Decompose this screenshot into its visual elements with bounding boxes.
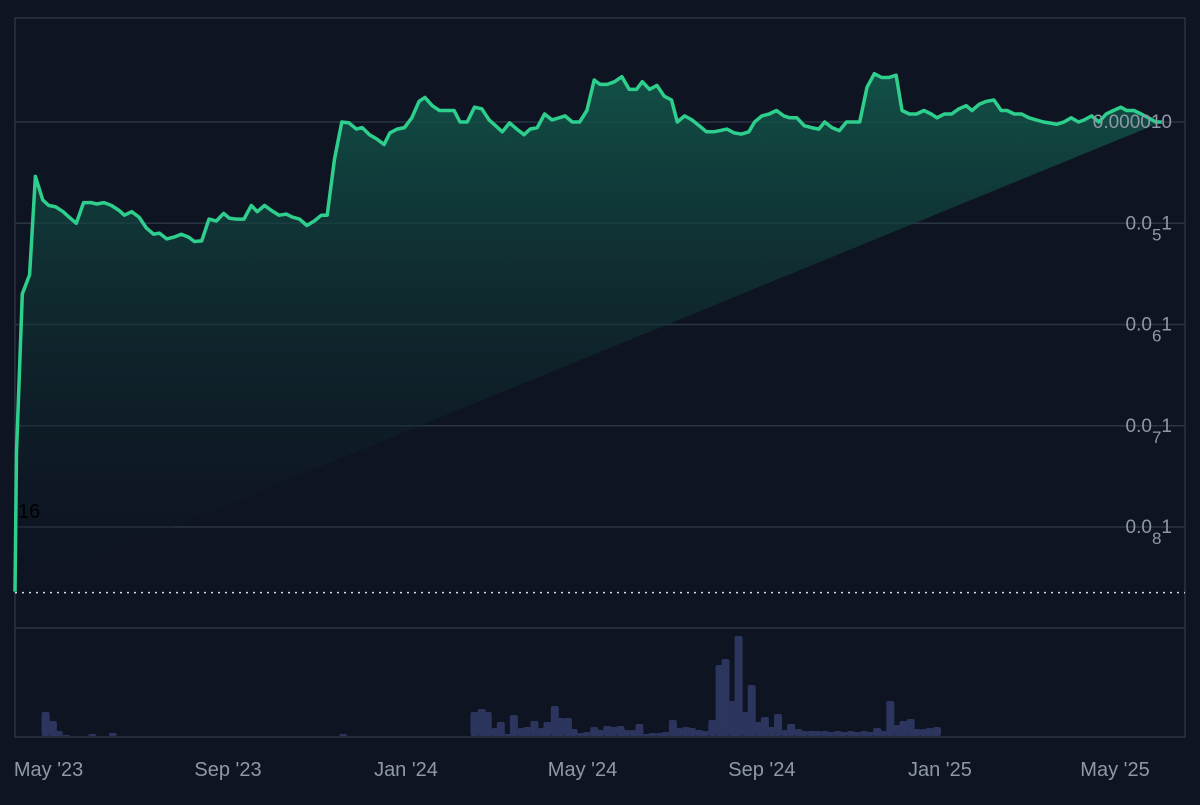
price-chart: 16 0.000010 0.051 0.061 0.071 0.081 May '23 S… xyxy=(0,0,1200,800)
volume-bar-84 xyxy=(596,730,604,736)
x-tick-label-2: Jan '24 xyxy=(374,759,438,781)
volume-bar-113 xyxy=(787,724,796,736)
volume-bar-125 xyxy=(865,732,874,736)
volume-bar-71 xyxy=(509,715,518,736)
volume-bar-132 xyxy=(912,729,921,736)
volume-bar-74 xyxy=(530,721,539,736)
volume-bar-105 xyxy=(734,636,743,736)
volume-bar-86 xyxy=(609,727,618,736)
x-tick-label-4: Sep '24 xyxy=(728,759,795,781)
volume-bar-100 xyxy=(701,731,709,736)
volume-bar-109 xyxy=(760,717,769,736)
x-tick-label-6: May '25 xyxy=(1080,759,1149,781)
volume-bar-78 xyxy=(556,718,565,736)
volume-bar-101 xyxy=(708,720,717,736)
volume-bar-119 xyxy=(826,732,835,736)
x-tick-label-1: Sep '23 xyxy=(194,759,261,781)
volume-bar-92 xyxy=(648,733,657,736)
volume-bar-65 xyxy=(470,712,479,736)
volume-bar-76 xyxy=(543,722,552,736)
volume-bar-98 xyxy=(687,728,696,736)
volume-bar-0 xyxy=(41,712,50,736)
volume-bar-7 xyxy=(88,734,97,736)
volume-bar-82 xyxy=(582,732,591,736)
volume-bar-88 xyxy=(622,730,631,736)
volume-bar-123 xyxy=(852,732,861,736)
volume-bar-45 xyxy=(339,734,348,736)
volume-bar-135 xyxy=(933,727,941,736)
y-tick-label-2: 0.061 xyxy=(1126,315,1172,346)
y-tick-label-0: 0.000010 xyxy=(1093,112,1172,133)
baseline-label: 16 xyxy=(18,501,40,523)
volume-bar-130 xyxy=(899,721,908,736)
x-tick-label-5: Jan '25 xyxy=(908,759,972,781)
volume-bar-94 xyxy=(661,732,670,736)
volume-bar-128 xyxy=(886,701,895,736)
volume-bar-69 xyxy=(496,722,505,736)
volume-bar-3 xyxy=(62,735,71,736)
price-chart-svg: 16 0.000010 0.051 0.061 0.071 0.081 May '23 S… xyxy=(13,17,1186,781)
volume-bar-2 xyxy=(54,731,63,736)
volume-bar-67 xyxy=(483,712,492,736)
y-tick-label-1: 0.051 xyxy=(1126,213,1172,244)
y-tick-label-3: 0.071 xyxy=(1126,416,1172,447)
volume-bar-96 xyxy=(674,728,683,736)
volume-bar-107 xyxy=(747,685,756,736)
volume-bar-117 xyxy=(813,731,822,736)
volume-bar-10 xyxy=(108,733,117,736)
y-axis-ticks: 0.000010 0.051 0.061 0.071 0.081 xyxy=(1093,112,1172,548)
x-axis-ticks: May '23 Sep '23 Jan '24 May '24 Sep '24 Jan '… xyxy=(14,759,1150,781)
volume-bar-103 xyxy=(721,659,730,736)
price-area-fill xyxy=(15,73,1162,592)
volume-bar-73 xyxy=(523,727,532,736)
volume-bar-80 xyxy=(569,729,578,736)
volume-bar-121 xyxy=(839,732,848,736)
x-tick-label-0: May '23 xyxy=(14,759,83,781)
volume-bar-111 xyxy=(774,714,782,736)
volume-bar-127 xyxy=(879,731,887,736)
volume-bar-90 xyxy=(635,724,644,736)
volume-bar-134 xyxy=(925,728,934,736)
x-tick-label-3: May '24 xyxy=(548,759,617,781)
volume-bar-115 xyxy=(800,731,809,736)
volume-bars xyxy=(41,636,941,736)
y-tick-label-4: 0.081 xyxy=(1126,517,1172,548)
